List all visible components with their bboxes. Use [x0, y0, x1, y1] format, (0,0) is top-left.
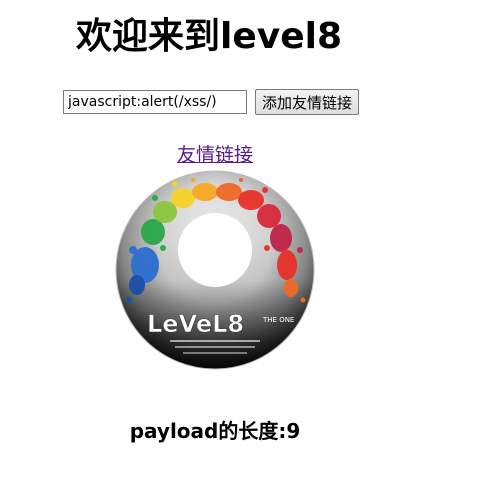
friend-link-container: 友情链接	[0, 143, 430, 167]
disc-logo-subtext: THE ONE	[262, 316, 294, 324]
page: 欢迎来到level8 添加友情链接 友情链接	[0, 0, 498, 495]
page-title: 欢迎来到level8	[76, 16, 343, 57]
payload-length-value: 9	[286, 418, 301, 443]
level8-disc-image: LeVeL8 THE ONE	[115, 170, 315, 370]
friend-link[interactable]: 友情链接	[177, 144, 253, 166]
payload-length: payload的长度:9	[0, 417, 430, 445]
payload-label: payload的长度:	[129, 418, 287, 443]
friend-link-form: 添加友情链接	[63, 89, 360, 115]
disc-logo-text: LeVeL8	[147, 310, 244, 338]
link-input[interactable]	[63, 90, 247, 114]
add-link-button[interactable]: 添加友情链接	[255, 89, 360, 115]
